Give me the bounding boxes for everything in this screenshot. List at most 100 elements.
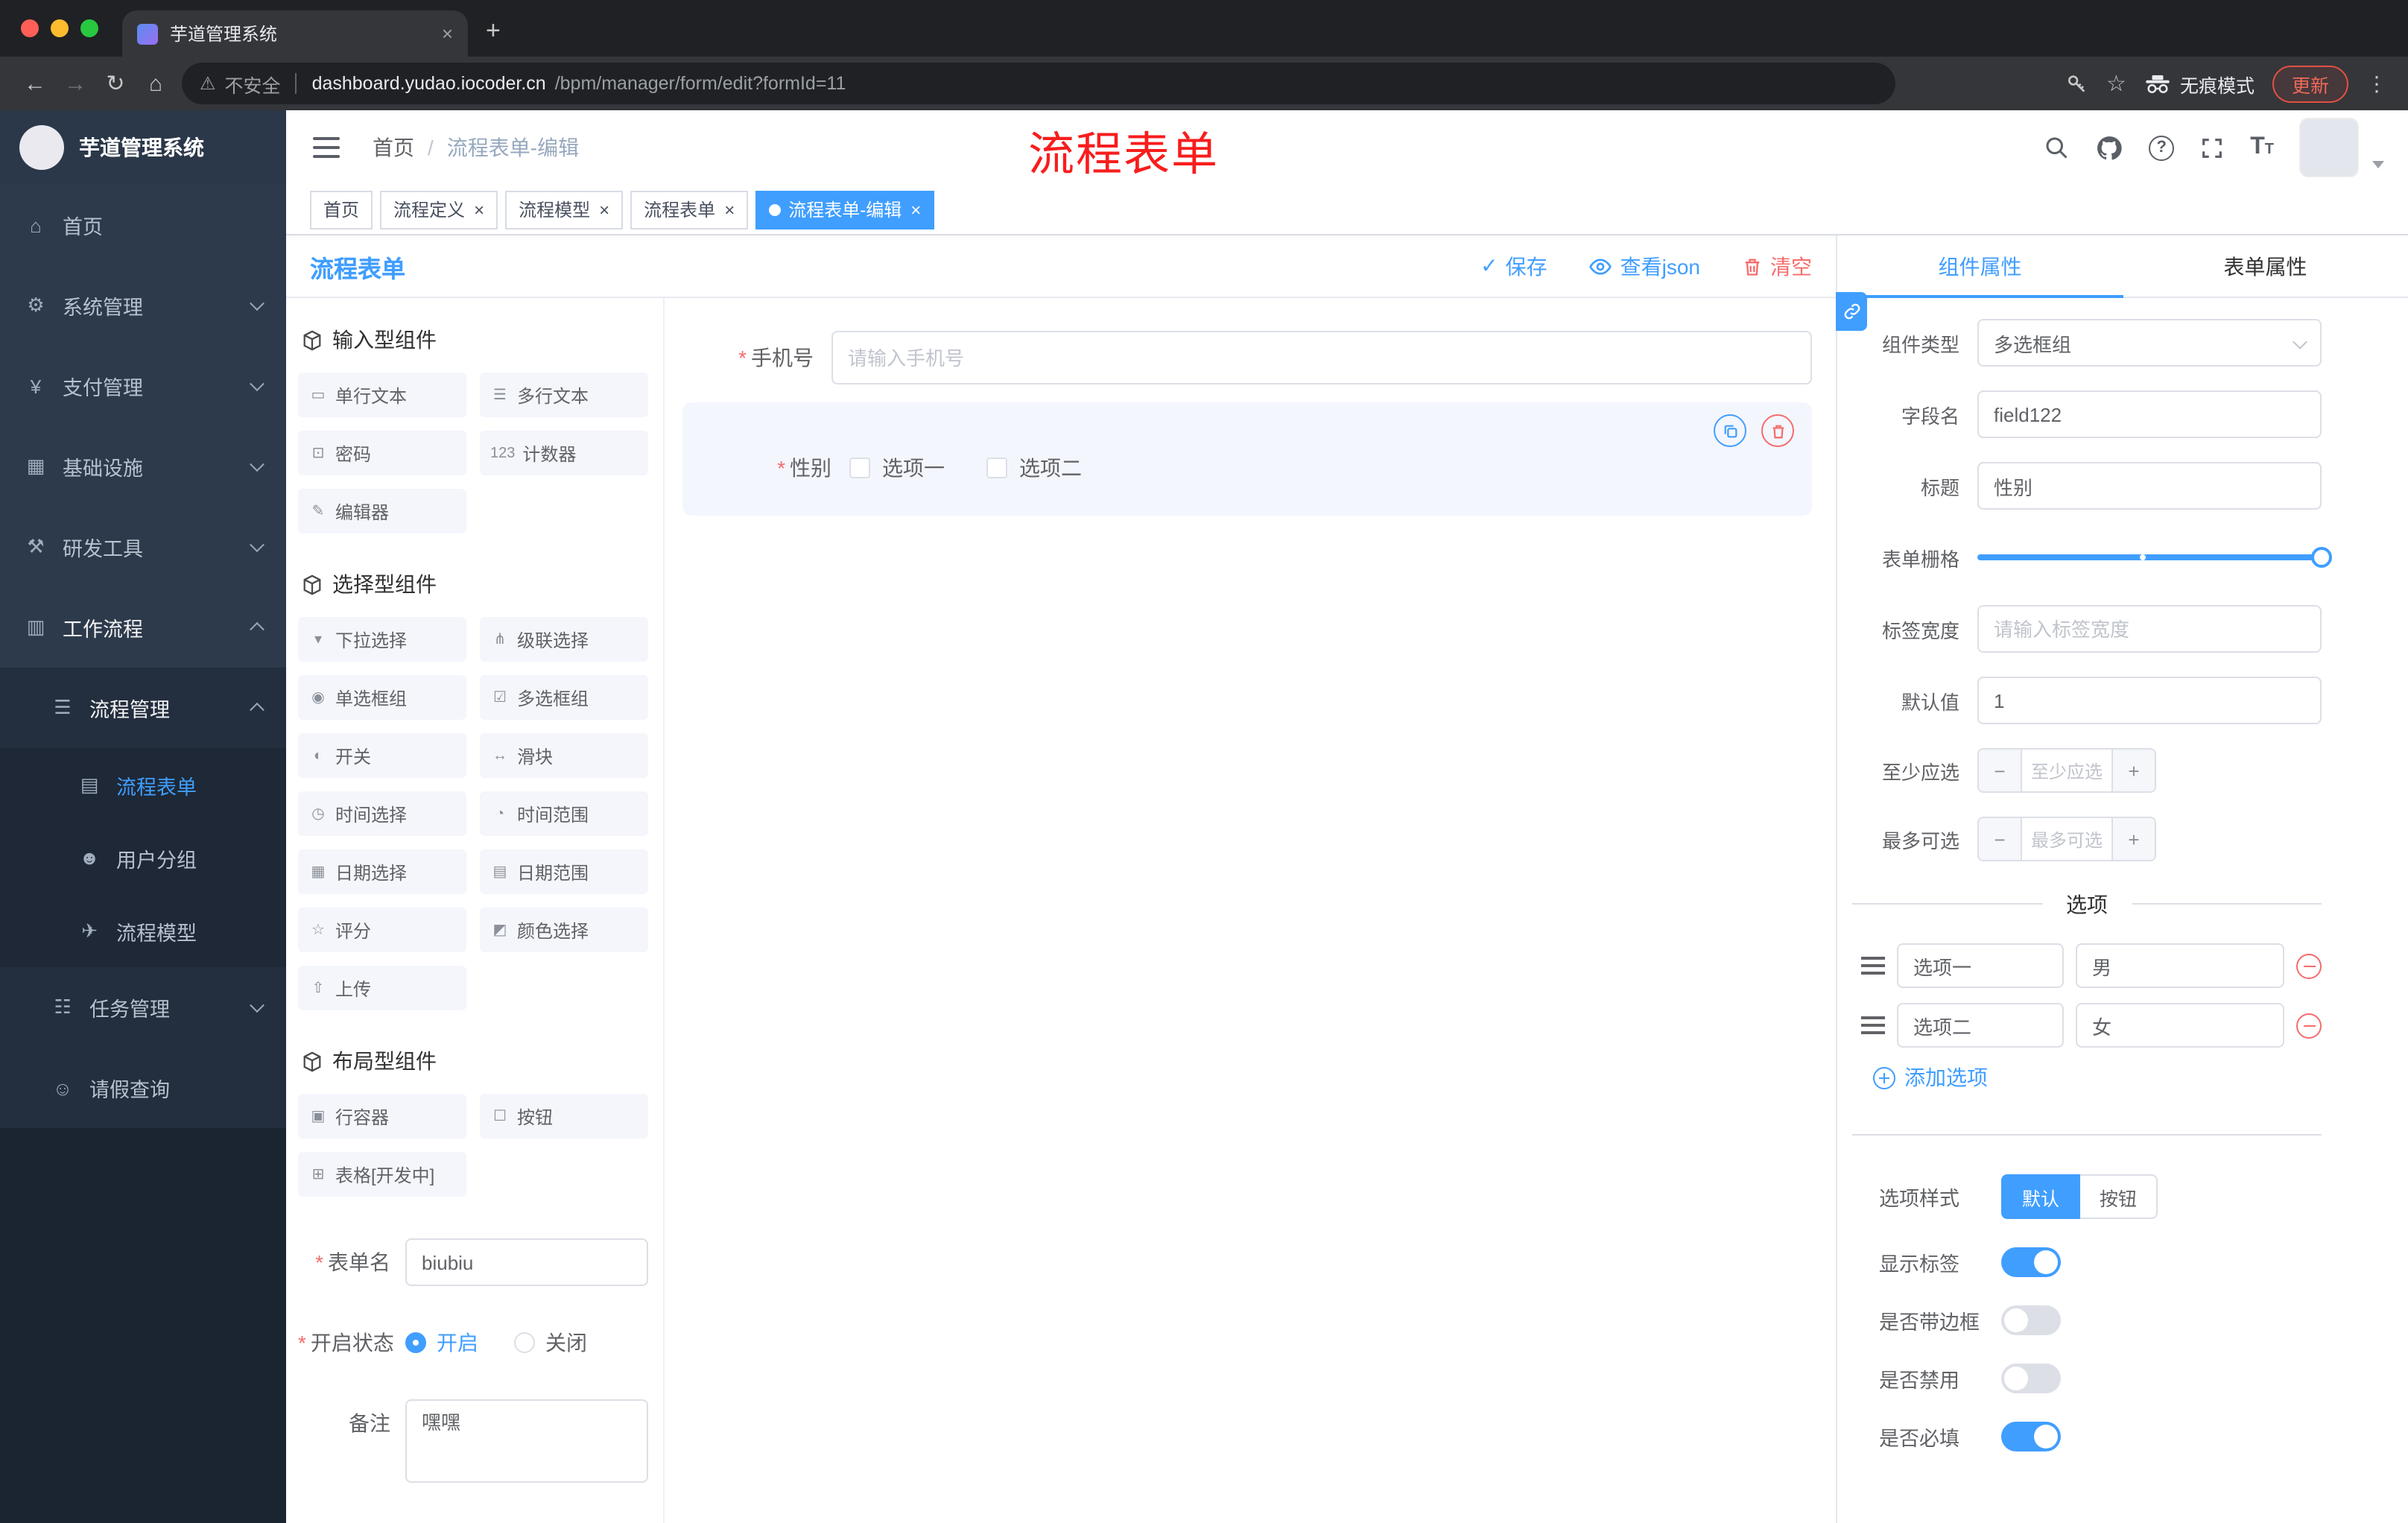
chip-button[interactable]: ☐ 按钮 [480, 1094, 648, 1139]
add-option-button[interactable]: 添加选项 [1873, 1063, 2322, 1092]
new-tab-button[interactable]: + [486, 16, 501, 46]
default-value-input[interactable] [1977, 677, 2322, 724]
save-button[interactable]: ✓ 保存 [1480, 251, 1547, 281]
chip-table[interactable]: ⊞ 表格[开发中] [298, 1152, 466, 1197]
minus-icon[interactable]: − [1979, 750, 2021, 791]
close-window-button[interactable] [21, 19, 39, 37]
field-name-input[interactable] [1977, 390, 2322, 438]
security-label[interactable]: 不安全 [225, 69, 281, 98]
forward-icon[interactable]: → [55, 63, 95, 104]
github-icon[interactable] [2095, 133, 2123, 162]
chip-row-container[interactable]: ▣ 行容器 [298, 1094, 466, 1139]
chip-radio-group[interactable]: ◉ 单选框组 [298, 675, 466, 720]
chip-upload[interactable]: ⇧ 上传 [298, 966, 466, 1010]
chip-time-range[interactable]: ◔ 时间范围 [480, 791, 648, 836]
chip-multi-line-text[interactable]: ☰ 多行文本 [480, 373, 648, 417]
max-select-stepper[interactable]: − 最多可选 + [1977, 817, 2156, 861]
chip-color-picker[interactable]: ◩ 颜色选择 [480, 908, 648, 952]
grid-slider[interactable] [1977, 547, 2332, 568]
copy-widget-button[interactable] [1714, 414, 1746, 447]
help-icon[interactable]: ? [2149, 135, 2175, 160]
checkbox-option2[interactable] [986, 457, 1007, 478]
chip-checkbox-group[interactable]: ☑ 多选框组 [480, 675, 648, 720]
border-switch[interactable] [2001, 1305, 2061, 1335]
tag-close-icon[interactable]: × [910, 199, 921, 220]
min-select-value[interactable]: 至少应选 [2021, 750, 2113, 791]
sidebar-item-process-model[interactable]: ✈ 流程模型 [0, 894, 286, 967]
tag-close-icon[interactable]: × [599, 199, 609, 220]
link-handle[interactable] [1836, 292, 1867, 331]
option1-label-input[interactable] [1897, 943, 2064, 988]
sidebar-item-workflow[interactable]: ▥ 工作流程 [0, 587, 286, 668]
sidebar-item-devtools[interactable]: ⚒ 研发工具 [0, 507, 286, 587]
address-bar[interactable]: ⚠ 不安全 dashboard.yudao.iocoder.cn/bpm/man… [182, 63, 1895, 104]
tag-process-definition[interactable]: 流程定义 × [380, 190, 498, 229]
avatar[interactable] [2299, 118, 2359, 177]
password-key-icon[interactable] [2065, 72, 2088, 95]
font-size-icon[interactable]: TT [2250, 135, 2274, 159]
canvas-field-gender[interactable]: 性别 选项一 选项二 [682, 402, 1812, 516]
bookmark-star-icon[interactable]: ☆ [2106, 70, 2126, 97]
radio-open[interactable]: 开启 [405, 1328, 478, 1358]
tab-component-props[interactable]: 组件属性 [1837, 235, 2123, 298]
checkbox-option1[interactable] [849, 457, 870, 478]
chip-switch[interactable]: ◐ 开关 [298, 733, 466, 778]
option1-value-input[interactable] [2076, 943, 2284, 988]
minimize-window-button[interactable] [51, 19, 69, 37]
chip-single-line-text[interactable]: ▭ 单行文本 [298, 373, 466, 417]
browser-update-button[interactable]: 更新 [2272, 65, 2348, 102]
sidebar-item-process-mgmt[interactable]: ☰ 流程管理 [0, 668, 286, 748]
component-type-select[interactable] [1977, 319, 2322, 367]
show-label-switch[interactable] [2001, 1247, 2061, 1277]
chip-cascader[interactable]: ⋔ 级联选择 [480, 617, 648, 662]
plus-icon[interactable]: + [2113, 750, 2155, 791]
tag-process-form-edit[interactable]: 流程表单-编辑 × [755, 190, 935, 229]
tab-close-icon[interactable]: × [442, 22, 453, 45]
sidebar-item-leave-query[interactable]: ☺ 请假查询 [0, 1048, 286, 1128]
plus-icon[interactable]: + [2113, 818, 2155, 860]
tag-process-form[interactable]: 流程表单 × [630, 190, 749, 229]
browser-menu-icon[interactable]: ⋮ [2366, 71, 2387, 96]
chip-editor[interactable]: ✎ 编辑器 [298, 489, 466, 533]
style-default-button[interactable]: 默认 [2001, 1174, 2081, 1219]
style-button-button[interactable]: 按钮 [2080, 1174, 2158, 1219]
drag-handle-icon[interactable] [1861, 957, 1885, 975]
sidebar-toggle-button[interactable] [310, 137, 343, 158]
max-select-value[interactable]: 最多可选 [2021, 818, 2113, 860]
chip-counter[interactable]: 123 计数器 [480, 431, 648, 475]
title-input[interactable] [1977, 462, 2322, 510]
search-icon[interactable] [2043, 134, 2070, 161]
phone-field-input[interactable] [831, 331, 1812, 384]
reload-icon[interactable]: ↻ [95, 63, 136, 104]
sidebar-item-infra[interactable]: ▦ 基础设施 [0, 426, 286, 507]
remove-option-icon[interactable] [2296, 1013, 2322, 1038]
minus-icon[interactable]: − [1979, 818, 2021, 860]
browser-tab[interactable]: 芋道管理系统 × [122, 10, 468, 57]
disabled-switch[interactable] [2001, 1364, 2061, 1393]
sidebar-item-payment[interactable]: ¥ 支付管理 [0, 346, 286, 426]
chip-time-picker[interactable]: ◷ 时间选择 [298, 791, 466, 836]
slider-handle[interactable] [2311, 547, 2332, 568]
sidebar-item-user-group[interactable]: ☻ 用户分组 [0, 821, 286, 894]
home-icon[interactable]: ⌂ [136, 63, 176, 104]
sidebar-logo[interactable]: 芋道管理系统 [0, 110, 286, 185]
back-icon[interactable]: ← [15, 63, 55, 104]
min-select-stepper[interactable]: − 至少应选 + [1977, 748, 2156, 793]
delete-widget-button[interactable] [1761, 414, 1794, 447]
chip-select[interactable]: ▾ 下拉选择 [298, 617, 466, 662]
drag-handle-icon[interactable] [1861, 1016, 1885, 1034]
zoom-window-button[interactable] [80, 19, 98, 37]
form-canvas[interactable]: 手机号 [665, 298, 1836, 1523]
canvas-field-phone[interactable]: 手机号 [682, 331, 1812, 384]
view-json-button[interactable]: 查看json [1589, 251, 1700, 281]
tag-home[interactable]: 首页 [310, 190, 373, 229]
remove-option-icon[interactable] [2296, 953, 2322, 978]
option2-label-input[interactable] [1897, 1003, 2064, 1048]
chip-date-picker[interactable]: ▦ 日期选择 [298, 849, 466, 894]
clear-button[interactable]: 清空 [1742, 251, 1812, 281]
tag-close-icon[interactable]: × [474, 199, 484, 220]
sidebar-item-home[interactable]: ⌂ 首页 [0, 185, 286, 265]
tag-process-model[interactable]: 流程模型 × [505, 190, 624, 229]
label-width-input[interactable] [1977, 605, 2322, 653]
chip-rate[interactable]: ☆ 评分 [298, 908, 466, 952]
